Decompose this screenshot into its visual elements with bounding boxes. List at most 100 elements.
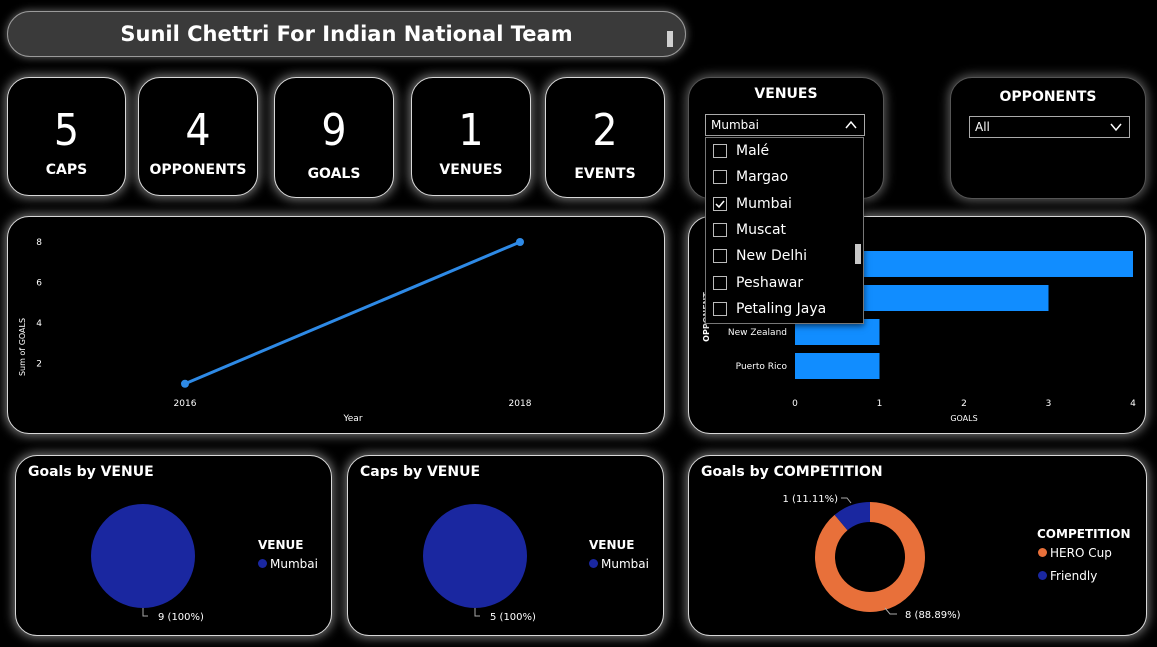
x-tick-label: 2016 — [174, 399, 197, 409]
y-axis-label: Sum of GOALS — [18, 318, 27, 376]
kpi-card-goals: 9 GOALS — [274, 77, 394, 198]
legend-marker — [1038, 571, 1047, 580]
checkbox[interactable] — [713, 249, 727, 263]
legend-marker — [589, 559, 598, 568]
pie-data-label: 5 (100%) — [490, 612, 536, 623]
legend-marker — [1038, 548, 1047, 557]
kpi-card-opponents: 4 OPPONENTS — [138, 77, 258, 196]
data-point — [181, 379, 189, 388]
venue-option[interactable]: Petaling Jaya — [712, 297, 852, 321]
donut-data-label: 8 (88.89%) — [905, 610, 961, 621]
kpi-card-caps: 5 CAPS — [7, 77, 126, 196]
legend-marker — [258, 559, 267, 568]
x-tick-label: 1 — [877, 399, 883, 409]
y-tick-label: 6 — [36, 279, 42, 289]
pie-data-label: 9 (100%) — [158, 612, 204, 623]
checkbox-checked[interactable] — [713, 197, 727, 211]
venue-option[interactable]: Margao — [712, 165, 852, 189]
goals-by-year-panel: Sum of GOALS Year 2 4 6 8 2016 2018 — [7, 216, 665, 434]
dashboard-title: Sunil Chettri For Indian National Team — [120, 22, 573, 46]
venue-option-label: Mumbai — [736, 196, 792, 212]
venue-option-label: Margao — [736, 169, 789, 185]
bar — [795, 353, 880, 379]
venue-option-label: Peshawar — [736, 275, 804, 291]
legend-item: Mumbai — [589, 557, 649, 571]
caps-by-venue-panel: Caps by VENUE 5 (100%) VENUE Mumbai — [347, 455, 664, 636]
title-scrollbar[interactable] — [667, 31, 673, 47]
kpi-label: EVENTS — [574, 166, 636, 182]
venue-option-label: Malé — [736, 143, 770, 159]
chevron-up-icon — [845, 120, 857, 129]
venue-option[interactable]: Mumbai — [712, 192, 852, 216]
data-label-leader — [142, 608, 148, 617]
x-tick-label: 3 — [1046, 399, 1052, 409]
venue-option[interactable]: Malé — [712, 139, 852, 163]
legend-item: HERO Cup — [1038, 546, 1112, 560]
x-tick-label: 2018 — [509, 399, 532, 409]
venue-option[interactable]: Peshawar — [712, 271, 852, 295]
legend-item: Friendly — [1038, 569, 1097, 583]
category-label: New Zealand — [728, 328, 787, 338]
series-line — [184, 240, 521, 386]
kpi-value: 1 — [458, 105, 484, 156]
legend-title: COMPETITION — [1037, 527, 1131, 541]
legend-label: Mumbai — [270, 557, 318, 571]
venue-option-label: Muscat — [736, 222, 787, 238]
kpi-value: 4 — [185, 105, 211, 156]
legend-label: HERO Cup — [1050, 546, 1112, 560]
checkbox[interactable] — [713, 223, 727, 237]
line-chart: Sum of GOALS Year 2 4 6 8 2016 2018 — [18, 238, 532, 424]
venues-dropdown[interactable]: Mumbai — [705, 114, 865, 136]
checkbox[interactable] — [713, 170, 727, 184]
venue-option-label: New Delhi — [736, 248, 808, 264]
data-point — [516, 238, 524, 246]
data-label-leader — [474, 608, 480, 617]
venues-slicer-title: VENUES — [754, 86, 818, 102]
opponents-dropdown[interactable]: All — [969, 116, 1130, 138]
legend-item: Mumbai — [258, 557, 318, 571]
legend-title: VENUE — [258, 538, 304, 552]
legend-label: Friendly — [1050, 569, 1098, 583]
venues-dropdown-list: Malé Margao Mumbai Muscat New Delhi Pesh… — [705, 137, 864, 324]
goals-by-venue-panel: Goals by VENUE 9 (100%) VENUE Mumbai — [15, 455, 332, 636]
x-tick-label: 4 — [1130, 399, 1136, 409]
kpi-value: 2 — [592, 105, 618, 156]
checkbox[interactable] — [713, 276, 727, 290]
donut-data-label: 1 (11.11%) — [783, 494, 839, 505]
legend-title: VENUE — [589, 538, 635, 552]
venue-option-label: Petaling Jaya — [736, 301, 827, 317]
x-axis-label: GOALS — [950, 414, 977, 423]
kpi-label: CAPS — [45, 162, 88, 178]
kpi-card-events: 2 EVENTS — [545, 77, 665, 198]
kpi-value: 9 — [321, 105, 347, 156]
pie-slice-mumbai — [91, 504, 195, 608]
opponents-slicer-title: OPPONENTS — [999, 89, 1097, 105]
pie-slice-mumbai — [423, 504, 527, 608]
opponents-slicer: OPPONENTS — [950, 77, 1146, 199]
y-tick-label: 2 — [36, 360, 42, 370]
dropdown-scrollbar[interactable] — [855, 244, 861, 264]
kpi-label: VENUES — [439, 162, 503, 178]
venues-selected-value: Mumbai — [711, 118, 759, 132]
y-tick-label: 4 — [36, 319, 42, 329]
legend-label: Mumbai — [601, 557, 649, 571]
kpi-label: OPPONENTS — [149, 162, 247, 178]
kpi-label: GOALS — [307, 166, 361, 182]
dashboard-title-bar: Sunil Chettri For Indian National Team — [7, 11, 686, 57]
opponents-selected-value: All — [975, 120, 990, 134]
x-tick-label: 0 — [792, 399, 798, 409]
chevron-down-icon — [1110, 123, 1122, 132]
kpi-card-venues: 1 VENUES — [411, 77, 531, 196]
kpi-value: 5 — [53, 105, 80, 156]
x-axis-label: Year — [342, 414, 362, 424]
checkbox[interactable] — [713, 302, 727, 316]
data-label-leader — [841, 497, 852, 504]
check-icon — [715, 200, 725, 209]
checkbox[interactable] — [713, 144, 727, 158]
category-label: Puerto Rico — [736, 362, 788, 372]
y-tick-label: 8 — [36, 238, 42, 248]
goals-by-competition-panel: Goals by COMPETITION 1 (11.11%) 8 (88.89… — [688, 455, 1147, 636]
venue-option[interactable]: Muscat — [712, 218, 852, 242]
venue-option[interactable]: New Delhi — [712, 244, 852, 268]
x-tick-label: 2 — [961, 399, 967, 409]
